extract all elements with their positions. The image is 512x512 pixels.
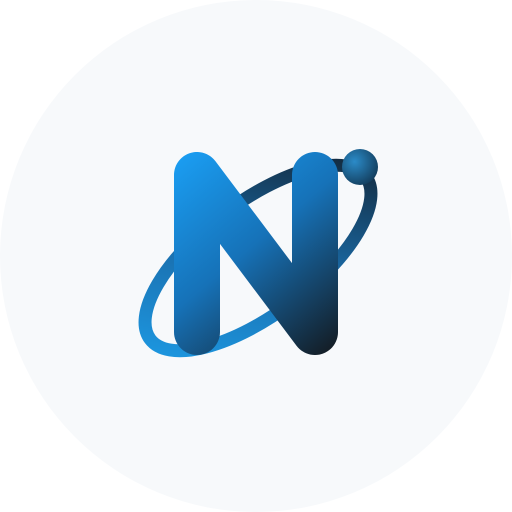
n-orbit-logo-icon	[0, 0, 512, 512]
app-icon	[0, 0, 512, 512]
orbit-dot	[342, 149, 378, 185]
